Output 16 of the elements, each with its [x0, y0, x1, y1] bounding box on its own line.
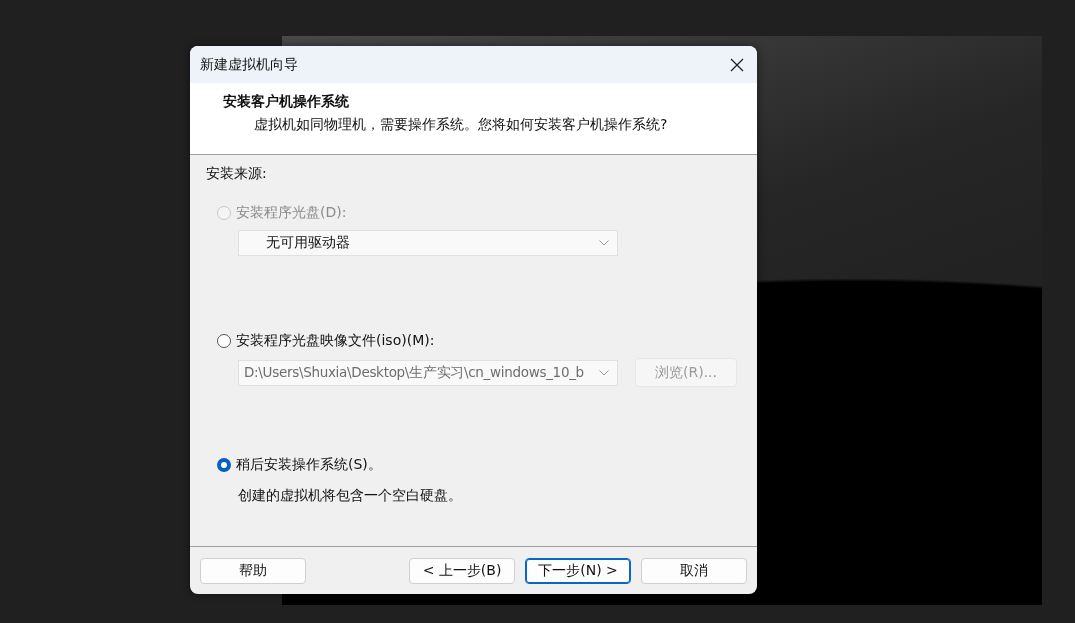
- radio-label[interactable]: 安装程序光盘映像文件(iso)(M):: [236, 332, 435, 350]
- dialog-button[interactable]: 下一步(N) >: [525, 557, 631, 584]
- dialog-button[interactable]: < 上一步(B): [409, 557, 515, 584]
- header-title: 安装客户机操作系统: [223, 93, 350, 111]
- header-subtitle: 虚拟机如同物理机，需要操作系统。您将如何安装客户机操作系统?: [254, 116, 669, 134]
- chevron-down-icon: [599, 369, 609, 376]
- radio-button[interactable]: [217, 458, 231, 472]
- window-title: 新建虚拟机向导: [200, 55, 298, 74]
- radio-label[interactable]: 稍后安装操作系统(S)。: [236, 456, 382, 474]
- section-label: 安装来源:: [206, 165, 268, 183]
- chevron-down-icon: [599, 240, 609, 246]
- dialog-button[interactable]: 取消: [641, 557, 747, 584]
- option-note: 创建的虚拟机将包含一个空白硬盘。: [238, 487, 463, 505]
- help-button[interactable]: 帮助: [200, 557, 306, 584]
- radio-button[interactable]: [217, 334, 231, 348]
- close-icon: [730, 57, 744, 72]
